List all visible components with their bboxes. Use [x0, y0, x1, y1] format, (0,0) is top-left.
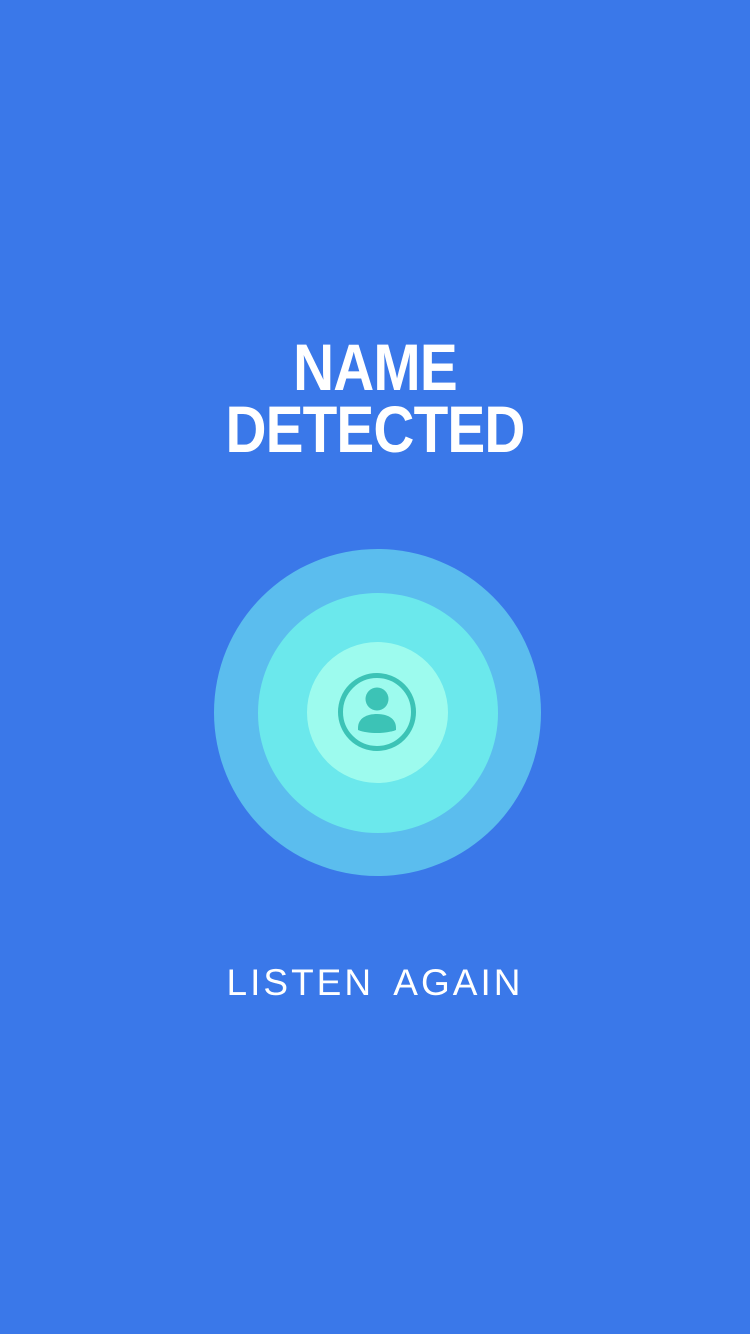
detected-person-indicator — [214, 549, 541, 876]
listen-again-button[interactable]: LISTEN AGAIN — [0, 962, 750, 1004]
page-title: NAME DETECTED — [53, 330, 698, 466]
title-line-1: NAME — [293, 330, 458, 404]
person-circle-icon — [338, 673, 416, 751]
name-detected-screen: NAME DETECTED LISTEN AGAIN — [0, 0, 750, 1334]
title-line-2: DETECTED — [225, 392, 525, 466]
